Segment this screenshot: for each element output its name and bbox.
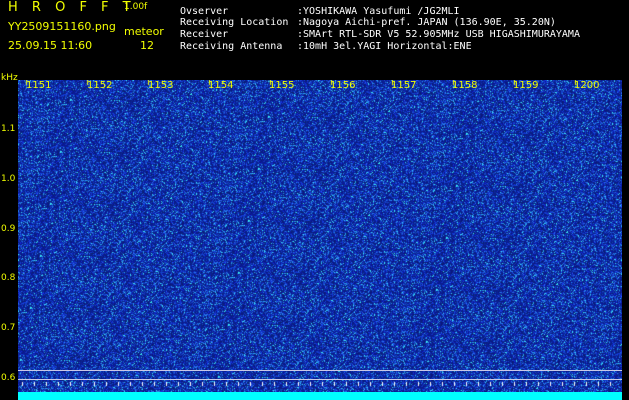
x-tick: 1152 bbox=[87, 80, 113, 91]
meteor-count: 12 bbox=[140, 39, 154, 52]
app-version: 1.00f bbox=[124, 2, 148, 12]
x-tick: 1200 bbox=[574, 80, 600, 91]
y-tick: 0.6 bbox=[1, 373, 16, 383]
y-tick: 0.8 bbox=[1, 273, 16, 283]
x-tick: 1159 bbox=[513, 80, 539, 91]
x-tick: 1151 bbox=[26, 80, 52, 91]
waterfall-spectrogram bbox=[18, 80, 622, 392]
timestamp: 25.09.15 11:60 bbox=[8, 39, 93, 52]
y-tick: 0.7 bbox=[1, 323, 16, 333]
x-tick: 1154 bbox=[208, 80, 234, 91]
marker-line-lower bbox=[18, 379, 622, 380]
y-tick: 1.0 bbox=[1, 174, 16, 184]
antenna-label: Receiving Antenna bbox=[180, 41, 283, 52]
x-tick: 1155 bbox=[269, 80, 295, 91]
waterfall-canvas bbox=[18, 80, 622, 392]
x-tick: 1156 bbox=[330, 80, 356, 91]
receiver-label: Receiver bbox=[180, 29, 229, 40]
x-tick: 1158 bbox=[452, 80, 478, 91]
y-tick: 0.9 bbox=[1, 224, 16, 234]
mode-label: meteor bbox=[124, 25, 164, 38]
file-name: YY2509151160.png bbox=[8, 20, 116, 33]
app-title: H R O F F T bbox=[8, 0, 136, 15]
location-value: :Nagoya Aichi-pref. JAPAN (136.90E, 35.2… bbox=[297, 17, 556, 28]
header-panel: H R O F F T 1.00f YY2509151160.png meteo… bbox=[0, 0, 629, 80]
y-tick: 1.1 bbox=[1, 124, 16, 134]
location-label: Receiving Location bbox=[180, 17, 289, 28]
x-tick: 1157 bbox=[391, 80, 417, 91]
baseline-bar bbox=[18, 392, 622, 400]
receiver-value: :SMArt RTL-SDR V5 52.905MHz USB HIGASHIM… bbox=[297, 29, 580, 40]
right-border bbox=[622, 80, 629, 400]
marker-line-upper bbox=[18, 370, 622, 371]
observer-value: :YOSHIKAWA Yasufumi /JG2MLI bbox=[297, 6, 460, 17]
antenna-value: :10mH 3el.YAGI Horizontal:ENE bbox=[297, 41, 472, 52]
observer-label: Ovserver bbox=[180, 6, 229, 17]
y-axis-unit: kHz bbox=[1, 73, 18, 83]
x-tick: 1153 bbox=[148, 80, 174, 91]
